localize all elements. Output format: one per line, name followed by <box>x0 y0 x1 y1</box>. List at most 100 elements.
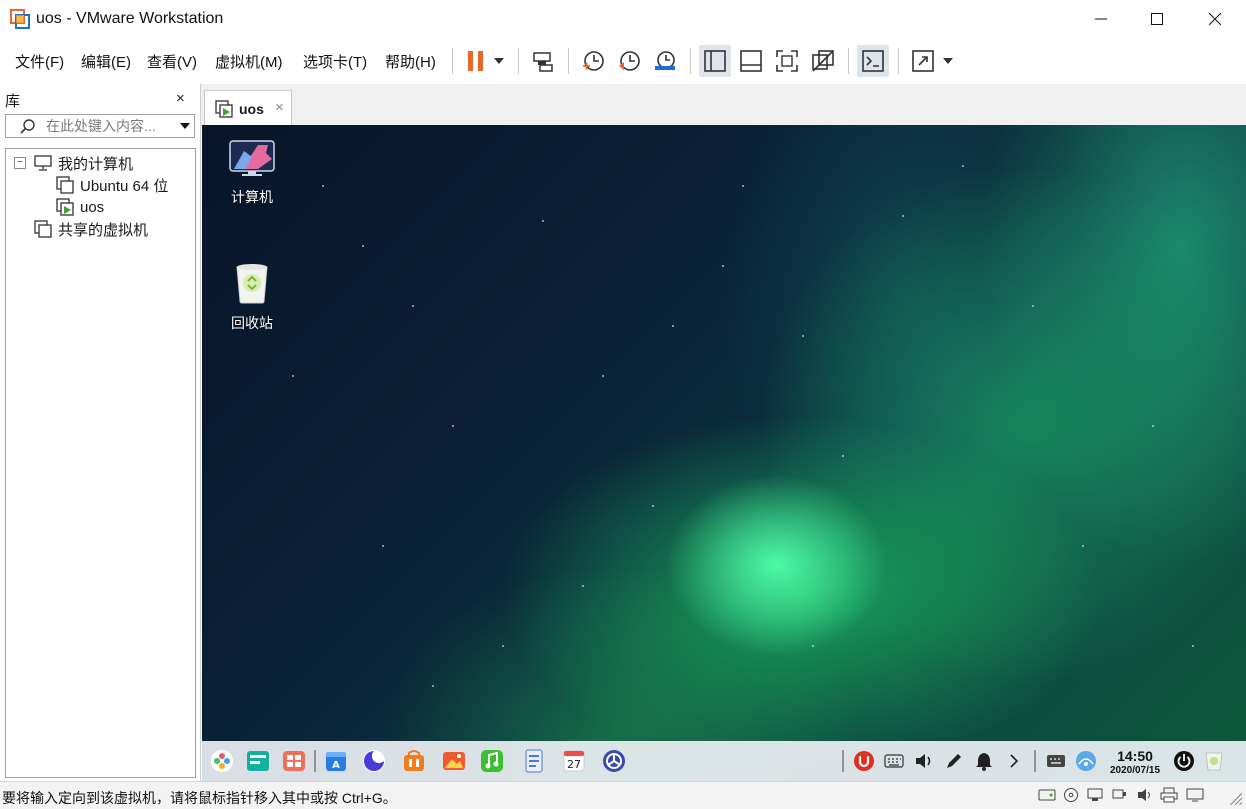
tray-expand-button[interactable] <box>1000 747 1028 775</box>
stretch-guest-button[interactable] <box>907 45 939 77</box>
tree-item-vm-ubuntu[interactable]: Ubuntu 64 位 <box>56 175 168 195</box>
library-tree: − 我的计算机 Ubuntu 64 位 uos 共享的虚拟机 <box>5 148 196 778</box>
dock-trash-icon <box>1205 752 1223 771</box>
cd-icon[interactable] <box>1062 787 1080 803</box>
document-viewer-icon <box>525 749 543 773</box>
desktop-icon-computer[interactable]: 计算机 <box>212 139 292 207</box>
snapshot-manager-button[interactable] <box>649 45 681 77</box>
usb-icon[interactable] <box>1110 787 1128 803</box>
maximize-button[interactable] <box>1128 0 1186 38</box>
multitasking-view-button[interactable] <box>244 747 272 775</box>
pen-button[interactable] <box>940 747 968 775</box>
library-close-button[interactable]: × <box>176 90 185 107</box>
toolbar-separator <box>848 48 849 74</box>
clock-time[interactable]: 14:50 <box>1108 748 1162 764</box>
dock-separator <box>314 750 316 772</box>
toolbar-separator <box>898 48 899 74</box>
browser-button[interactable] <box>360 747 388 775</box>
vmware-logo-icon <box>10 9 30 29</box>
power-button[interactable] <box>1170 747 1198 775</box>
menu-file[interactable]: 文件(F) <box>15 51 64 72</box>
tab-uos[interactable]: uos × <box>204 90 292 125</box>
stretch-guest-icon <box>912 50 934 72</box>
tree-item-label: 我的计算机 <box>58 155 134 173</box>
tree-item-label: uos <box>80 198 105 216</box>
full-screen-button[interactable] <box>771 45 803 77</box>
music-icon <box>481 750 503 772</box>
thumbnail-bar-button[interactable] <box>735 45 767 77</box>
onscreen-keyboard-button[interactable] <box>1042 747 1070 775</box>
menu-view[interactable]: 查看(V) <box>147 51 197 72</box>
tree-item-shared-vms[interactable]: 共享的虚拟机 <box>34 219 148 239</box>
snapshot-manager-icon <box>655 51 675 70</box>
console-view-button[interactable] <box>857 45 889 77</box>
calendar-button[interactable]: 27 <box>560 747 588 775</box>
menu-tabs[interactable]: 选项卡(T) <box>303 51 367 72</box>
console-view-icon <box>862 50 884 72</box>
app-store-button[interactable]: A <box>322 747 350 775</box>
control-center-button[interactable] <box>600 747 628 775</box>
tab-close-button[interactable]: × <box>275 99 284 116</box>
menu-vm[interactable]: 虚拟机(M) <box>215 51 283 72</box>
deepin-store-button[interactable] <box>400 747 428 775</box>
unity-button[interactable] <box>807 45 839 77</box>
launcher-button[interactable] <box>208 747 236 775</box>
volume-button[interactable] <box>910 747 938 775</box>
network-button[interactable] <box>1072 747 1100 775</box>
status-message: 要将输入定向到该虚拟机，请将鼠标指针移入其中或按 Ctrl+G。 <box>2 790 397 806</box>
send-ctrl-alt-del-button[interactable] <box>527 45 559 77</box>
tree-item-label: Ubuntu 64 位 <box>80 177 169 195</box>
file-manager-button[interactable] <box>280 747 308 775</box>
image-viewer-icon <box>443 752 465 770</box>
maximize-icon <box>1151 13 1163 25</box>
resize-grip-icon[interactable] <box>1226 790 1244 806</box>
minimize-icon <box>1095 18 1107 20</box>
tree-item-vm-uos[interactable]: uos <box>56 197 104 217</box>
desktop-icon-label: 计算机 <box>231 189 273 205</box>
vm-tab-strip: uos × <box>201 84 1246 126</box>
window-title: uos - VMware Workstation <box>36 10 224 27</box>
app-store-icon: A <box>326 752 346 771</box>
search-icon <box>20 119 35 134</box>
printer-icon[interactable] <box>1160 787 1178 803</box>
title-bar: uos - VMware Workstation <box>0 0 1246 38</box>
show-library-button[interactable] <box>699 45 731 77</box>
stretch-options-dropdown[interactable] <box>937 45 959 77</box>
dropdown-icon[interactable] <box>180 123 190 129</box>
uos-id-icon <box>854 751 874 771</box>
launcher-icon <box>211 750 233 772</box>
settings-icon <box>603 750 625 772</box>
document-viewer-button[interactable] <box>520 747 548 775</box>
toolbar-separator <box>568 48 569 74</box>
display-icon[interactable] <box>1186 787 1204 803</box>
tab-label: uos <box>239 101 264 117</box>
collapse-toggle[interactable]: − <box>14 157 26 169</box>
menu-help[interactable]: 帮助(H) <box>385 51 436 72</box>
take-snapshot-button[interactable] <box>577 45 609 77</box>
chevron-right-icon <box>1010 754 1019 768</box>
computer-icon <box>34 155 52 171</box>
revert-snapshot-button[interactable] <box>613 45 645 77</box>
dock-trash-button[interactable] <box>1200 747 1228 775</box>
menu-edit[interactable]: 编辑(E) <box>81 51 131 72</box>
guest-desktop[interactable]: 计算机 回收站 A 27 14:50 2020/07/15 <box>202 125 1246 781</box>
library-search-input[interactable] <box>46 116 174 136</box>
uos-id-button[interactable] <box>850 747 878 775</box>
minimize-button[interactable] <box>1072 0 1130 38</box>
network-adapter-icon[interactable] <box>1086 787 1104 803</box>
file-manager-icon <box>283 751 305 771</box>
toolbar-separator <box>518 48 519 74</box>
desktop-icon-trash[interactable]: 回收站 <box>212 261 292 333</box>
menu-toolbar: 文件(F) 编辑(E) 查看(V) 虚拟机(M) 选项卡(T) 帮助(H) <box>0 38 1246 85</box>
tree-item-my-computer[interactable]: − 我的计算机 <box>14 153 133 173</box>
power-options-dropdown[interactable] <box>488 45 510 77</box>
keyboard-layout-button[interactable] <box>880 747 908 775</box>
hard-disk-icon[interactable] <box>1038 787 1056 803</box>
pause-icon <box>468 51 483 71</box>
close-window-button[interactable] <box>1186 0 1244 38</box>
calendar-icon: 27 <box>563 750 585 772</box>
music-button[interactable] <box>478 747 506 775</box>
image-viewer-button[interactable] <box>440 747 468 775</box>
sound-icon[interactable] <box>1136 787 1154 803</box>
notification-button[interactable] <box>970 747 998 775</box>
